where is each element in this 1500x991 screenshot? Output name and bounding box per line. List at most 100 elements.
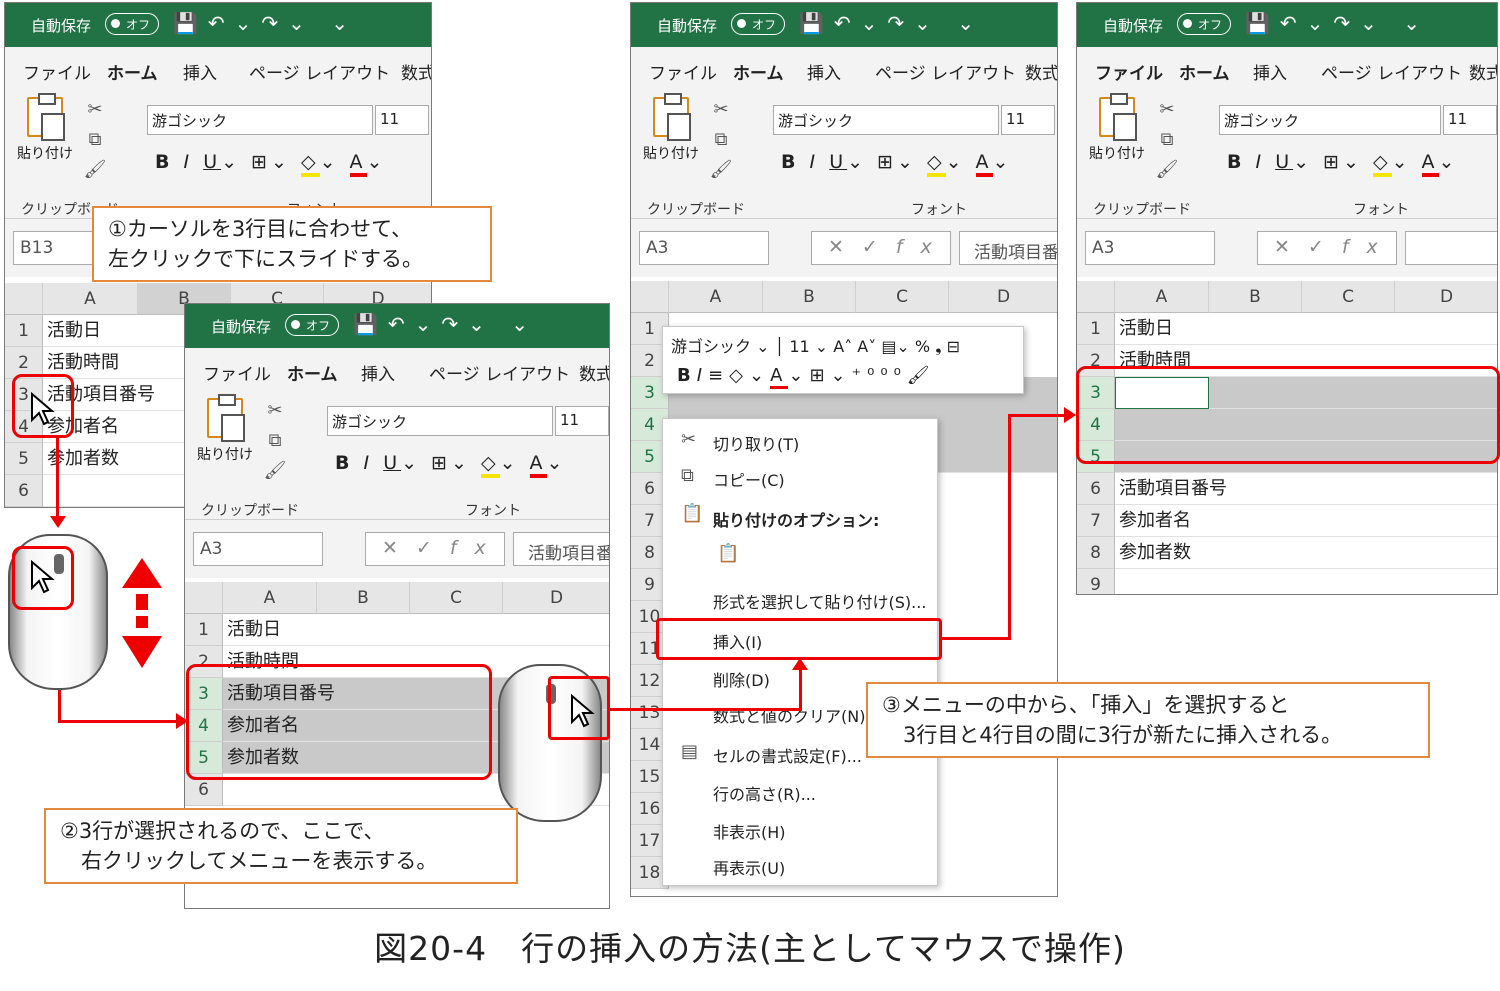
cell-a1[interactable]: 活動日 (1115, 313, 1497, 345)
col-header-c[interactable]: C (1302, 281, 1395, 313)
quick-access-icons[interactable]: 💾↶⌄↷⌄ ⌄ (173, 11, 358, 35)
tab-home[interactable]: ホーム (287, 360, 338, 392)
menu-cut[interactable]: 切り取り(T) (713, 431, 799, 455)
clipboard-small-icons[interactable]: ✂ ⧉ 🖌 (706, 95, 736, 185)
tab-insert[interactable]: 挿入 (807, 59, 841, 84)
font-name-select[interactable]: 游ゴシック (1219, 105, 1441, 135)
tab-formulas[interactable]: 数式 (1469, 59, 1497, 84)
quick-access-icons[interactable]: 💾↶⌄↷⌄ ⌄ (799, 11, 984, 35)
format-buttons[interactable]: B I U⌄ ⊞⌄ ◇⌄ A⌄ (781, 151, 1012, 177)
row-header-7[interactable]: 7 (1077, 505, 1115, 537)
select-all-corner[interactable] (185, 582, 223, 614)
formula-buttons[interactable]: ✕✓fx (1257, 231, 1397, 265)
tab-page-layout[interactable]: ページ レイアウト (875, 59, 1016, 84)
menu-copy[interactable]: コピー(C) (713, 467, 785, 491)
col-header-c[interactable]: C (410, 582, 503, 614)
col-header-b[interactable]: B (1209, 281, 1302, 313)
autosave-toggle[interactable]: オフ (105, 13, 159, 35)
col-header-a[interactable]: A (223, 582, 317, 614)
cell-a6[interactable]: 活動項目番号 (1115, 473, 1497, 505)
cell-a1[interactable]: 活動日 (223, 614, 609, 646)
font-size-select[interactable]: 11 (1443, 105, 1497, 135)
cell-a9[interactable] (1115, 569, 1497, 594)
tab-formulas[interactable]: 数式 (401, 59, 431, 84)
font-name-select[interactable]: 游ゴシック (147, 105, 373, 135)
paste-icon[interactable] (1099, 93, 1137, 141)
clipboard-small-icons[interactable]: ✂ ⧉ 🖌 (260, 396, 290, 486)
quick-access-icons[interactable]: 💾↶⌄↷⌄ ⌄ (353, 312, 538, 336)
select-all-corner[interactable] (631, 281, 669, 313)
clipboard-small-icons[interactable]: ✂ ⧉ 🖌 (80, 95, 110, 185)
font-size-select[interactable]: 11 (555, 406, 609, 436)
row-header-8[interactable]: 8 (1077, 537, 1115, 569)
row-header-1[interactable]: 1 (1077, 313, 1115, 345)
formula-input[interactable] (1405, 231, 1497, 265)
tab-file[interactable]: ファイル (203, 360, 271, 385)
menu-clear-contents[interactable]: 数式と値のクリア(N) (713, 703, 865, 727)
autosave-toggle[interactable]: オフ (731, 13, 785, 35)
col-header-b[interactable]: B (317, 582, 410, 614)
col-header-d[interactable]: D (949, 281, 1057, 313)
autosave-toggle[interactable]: オフ (285, 314, 339, 336)
cell-a7[interactable]: 参加者名 (1115, 505, 1497, 537)
name-box[interactable]: A3 (193, 532, 323, 566)
tab-file[interactable]: ファイル (649, 59, 717, 84)
quick-access-icons[interactable]: 💾↶⌄↷⌄ ⌄ (1245, 11, 1430, 35)
menu-delete[interactable]: 削除(D) (713, 667, 770, 691)
menu-paste-special[interactable]: 形式を選択して貼り付け(S)... (713, 589, 926, 613)
mini-font-controls[interactable]: 游ゴシック ⌄ │ 11 ⌄ A˄ A˅ ▤⌄ % ❟ ⊟ (671, 333, 960, 357)
tab-home[interactable]: ホーム (1179, 59, 1230, 91)
tab-insert[interactable]: 挿入 (1253, 59, 1287, 84)
paste-icon[interactable]: 📋 (717, 543, 739, 564)
paste-button[interactable]: 貼り付け (17, 143, 73, 163)
format-buttons[interactable]: B I U⌄ ⊞⌄ ◇⌄ A⌄ (155, 151, 386, 177)
tab-home[interactable]: ホーム (107, 59, 158, 91)
col-header-a[interactable]: A (43, 283, 138, 315)
name-box[interactable]: A3 (1085, 231, 1215, 265)
tab-insert[interactable]: 挿入 (183, 59, 217, 84)
row-header-1[interactable]: 1 (185, 614, 223, 646)
formula-buttons[interactable]: ✕✓fx (365, 532, 505, 566)
tab-file[interactable]: ファイル (23, 59, 91, 84)
row-header-6[interactable]: 6 (1077, 473, 1115, 505)
menu-row-height[interactable]: 行の高さ(R)... (713, 781, 816, 805)
tab-formulas[interactable]: 数式 (579, 360, 609, 385)
paste-icon[interactable] (207, 394, 245, 442)
tab-home[interactable]: ホーム (733, 59, 784, 91)
cell-a8[interactable]: 参加者数 (1115, 537, 1497, 569)
font-size-select[interactable]: 11 (375, 105, 429, 135)
format-buttons[interactable]: B I U⌄ ⊞⌄ ◇⌄ A⌄ (1227, 151, 1458, 177)
menu-hide[interactable]: 非表示(H) (713, 819, 786, 843)
name-box[interactable]: A3 (639, 231, 769, 265)
tab-page-layout[interactable]: ページ レイアウト (1321, 59, 1462, 84)
col-header-c[interactable]: C (856, 281, 949, 313)
col-header-a[interactable]: A (669, 281, 763, 313)
menu-format-cells[interactable]: セルの書式設定(F)... (713, 743, 862, 767)
font-name-select[interactable]: 游ゴシック (327, 406, 553, 436)
tab-page-layout[interactable]: ページ レイアウト (249, 59, 390, 84)
font-name-select[interactable]: 游ゴシック (773, 105, 999, 135)
select-all-corner[interactable] (1077, 281, 1115, 313)
row-header-5[interactable]: 5 (5, 443, 43, 475)
format-buttons[interactable]: B I U⌄ ⊞⌄ ◇⌄ A⌄ (335, 452, 566, 478)
paste-button[interactable]: 貼り付け (197, 444, 253, 464)
formula-input[interactable]: 活動項目番号 (513, 532, 609, 566)
autosave-toggle[interactable]: オフ (1177, 13, 1231, 35)
clipboard-small-icons[interactable]: ✂ ⧉ 🖌 (1152, 95, 1182, 185)
col-header-a[interactable]: A (1115, 281, 1209, 313)
mini-format-controls[interactable]: BI≡◇⌄A⌄⊞⌄⁺⁰⁰⁰🖌 (677, 365, 936, 389)
paste-icon[interactable] (653, 93, 691, 141)
col-header-d[interactable]: D (503, 582, 609, 614)
formula-input[interactable]: 活動項目番号 (959, 231, 1057, 265)
formula-buttons[interactable]: ✕✓fx (811, 231, 951, 265)
select-all-corner[interactable] (5, 283, 43, 315)
tab-formulas[interactable]: 数式 (1025, 59, 1057, 84)
col-header-d[interactable]: D (1395, 281, 1497, 313)
tab-page-layout[interactable]: ページ レイアウト (429, 360, 570, 385)
tab-insert[interactable]: 挿入 (361, 360, 395, 385)
tab-file[interactable]: ファイル (1095, 59, 1163, 84)
row-header-6[interactable]: 6 (5, 475, 43, 507)
row-header-1[interactable]: 1 (5, 315, 43, 347)
paste-button[interactable]: 貼り付け (643, 143, 699, 163)
col-header-b[interactable]: B (763, 281, 856, 313)
